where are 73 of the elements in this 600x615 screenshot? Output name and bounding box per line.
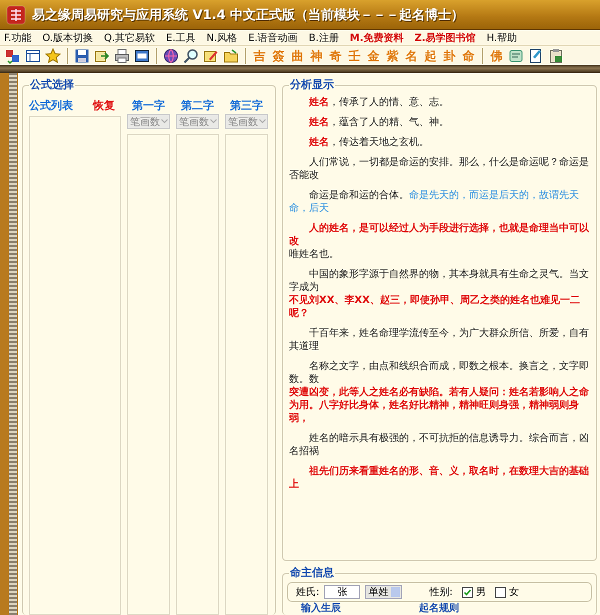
checkbox-label: 女 xyxy=(508,586,519,599)
restore-button[interactable]: 恢复 xyxy=(93,98,115,113)
caret-icon xyxy=(161,119,168,124)
save-icon[interactable] xyxy=(74,48,90,64)
analysis-text: 人的姓名，是可以经过人为手段进行选择，也就是命理当中可以改 xyxy=(289,222,590,248)
menu-item[interactable]: N.风格 xyxy=(206,30,238,44)
field-label: 姓氏: xyxy=(296,586,320,599)
surname-field[interactable]: 张 xyxy=(324,585,360,599)
toolbar-button[interactable]: 紫 xyxy=(385,48,400,64)
group-title: 命主信息 xyxy=(289,566,335,580)
analysis-text: 名称之文字，由点和线织合而成，即数之根本。换言之，文字即数。数 xyxy=(289,360,590,386)
analysis-text: 唯姓名也。 xyxy=(289,248,340,261)
analysis-text: 姓名，蕴含了人的精、气、神。 xyxy=(308,116,450,129)
seal-icon xyxy=(6,4,26,24)
checkbox-label: 男 xyxy=(476,586,486,599)
checkbox[interactable] xyxy=(462,586,473,598)
checkbox[interactable] xyxy=(494,586,506,598)
menu-item[interactable]: E.工具 xyxy=(166,30,196,44)
toolbar-button[interactable]: 奇 xyxy=(328,48,343,64)
window-title: 易之缘周易研究与应用系统 V1.4 中文正式版（当前模块－－－起名博士） xyxy=(32,6,464,24)
toolbar-button[interactable]: 簽 xyxy=(271,48,286,64)
toolbar-button[interactable]: 命 xyxy=(461,48,476,64)
menu-item[interactable]: H.帮助 xyxy=(486,30,518,44)
analysis-text: 姓名，传达着天地之玄机。 xyxy=(308,136,430,149)
menu-item[interactable]: B.注册 xyxy=(308,30,339,44)
toolbar-button[interactable]: 壬 xyxy=(347,48,362,64)
table-icon[interactable] xyxy=(25,48,41,64)
analysis-text: 突遭凶变，此等人之姓名必有缺陷。若有人疑问：姓名若影响人之命 xyxy=(289,386,590,399)
toolbar-button[interactable]: 吉 xyxy=(252,48,267,64)
tab[interactable]: 起名规则 xyxy=(419,603,459,615)
surname-type-dropdown[interactable]: 单姓 xyxy=(365,585,402,599)
menu-item[interactable]: Z.易学图书馆 xyxy=(414,30,476,44)
star-icon[interactable] xyxy=(45,48,61,64)
tab[interactable]: 输入生辰 xyxy=(301,603,341,615)
column-label: 第一字 xyxy=(131,98,166,113)
toolbar-button[interactable]: 佛 xyxy=(489,48,504,64)
text-box-icon[interactable] xyxy=(134,48,150,64)
analysis-text: 命运是命和运的合体。命是先天的，而运是后天的，故谓先天命，后天 xyxy=(289,189,580,215)
exchange-icon[interactable] xyxy=(5,48,21,64)
printer-icon[interactable] xyxy=(114,48,130,64)
clipboard-icon[interactable] xyxy=(548,48,564,64)
toolbar-button[interactable]: 卦 xyxy=(442,48,457,64)
analysis-text: 为用。八字好比身体，姓名好比精神，精神旺则身强，精神弱则身弱， xyxy=(289,399,580,425)
caret-icon xyxy=(210,119,217,124)
analysis-text: 人们常说，一切都是命运的安排。那么，什么是命运呢？命运是否能改 xyxy=(289,156,590,182)
scroll-icon[interactable] xyxy=(508,48,524,64)
globe-icon[interactable] xyxy=(163,48,179,64)
folder-icon[interactable] xyxy=(223,48,239,64)
group-title: 分析显示 xyxy=(289,78,335,92)
menu-item[interactable]: E.语音动画 xyxy=(248,30,298,44)
toolbar-button[interactable]: 神 xyxy=(309,48,324,64)
analysis-text: 千百年来，姓名命理学流传至今，为广大群众所信、所爱，自有其道理 xyxy=(289,327,590,353)
menu-item[interactable]: Q.其它易软 xyxy=(104,30,156,44)
toolbar-button[interactable]: 曲 xyxy=(290,48,305,64)
menu-item[interactable]: F.功能 xyxy=(4,30,32,44)
analysis-text: 不见刘XX、李XX、赵三，即使孙甲、周乙之类的姓名也难见一二呢？ xyxy=(289,294,581,320)
analysis-text: 祖先们历来看重姓名的形、音、义，取名时，在数理大吉的基础上 xyxy=(289,465,590,491)
analysis-text: 姓名的暗示具有极强的，不可抗拒的信息诱导力。综合而言，凶名招祸 xyxy=(289,432,590,458)
list-label: 公式列表 xyxy=(29,98,73,113)
toolbar-button[interactable]: 名 xyxy=(404,48,419,64)
analysis-text: 中国的象形字源于自然界的物，其本身就具有生命之灵气。当文字成为 xyxy=(289,268,590,294)
analysis-text: 姓名，传承了人的情、意、志。 xyxy=(308,96,450,109)
menu-item[interactable]: M.免费资料 xyxy=(350,30,404,44)
toolbar-button[interactable]: 起 xyxy=(423,48,438,64)
field-label: 性别: xyxy=(429,586,453,599)
caret-icon xyxy=(259,119,266,124)
group-title: 公式选择 xyxy=(29,78,75,92)
toolbar-button[interactable]: 金 xyxy=(366,48,381,64)
column-label: 第三字 xyxy=(229,98,264,113)
note-icon[interactable] xyxy=(528,48,544,64)
search-icon[interactable] xyxy=(183,48,199,64)
menu-item[interactable]: O.版本切换 xyxy=(42,30,93,44)
column-label: 第二字 xyxy=(180,98,215,113)
